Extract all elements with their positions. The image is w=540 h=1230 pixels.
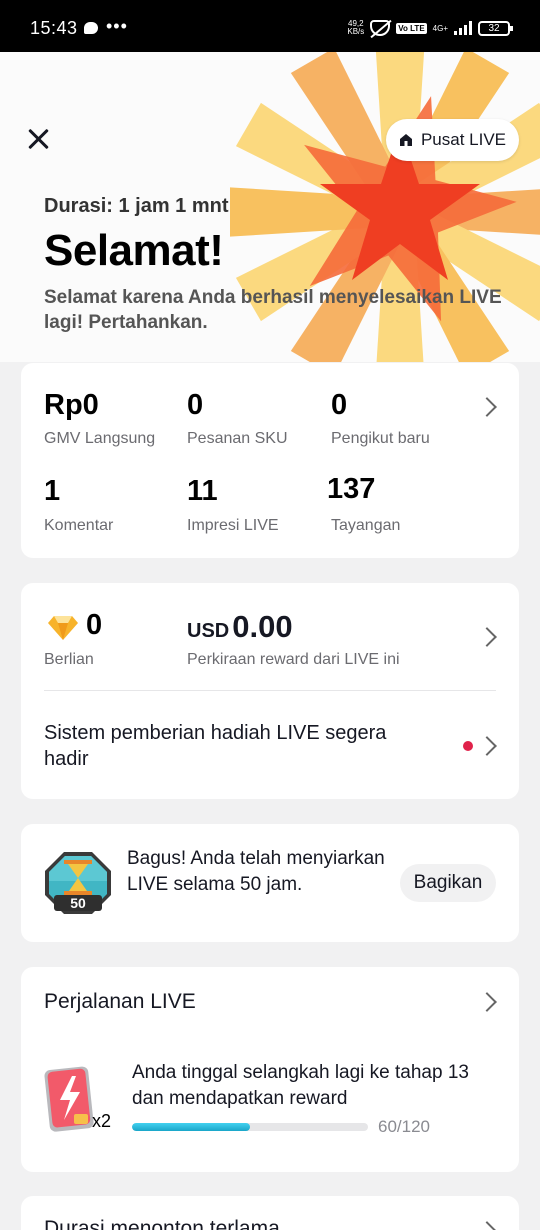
network-speed-unit: KB/s [347, 27, 365, 36]
pusat-live-label: Pusat LIVE [420, 130, 507, 149]
status-bar: 15:43 ••• 49,2 KB/s Vo LTE 4G+ 32 [0, 0, 540, 52]
journey-progress-count: 60/120 [378, 1117, 430, 1136]
watch-duration-title: Durasi menonton terlama [44, 1217, 280, 1230]
close-button[interactable] [24, 124, 54, 154]
stat-views-label: Tayangan [331, 517, 401, 534]
achievement-text: Bagus! Anda telah menyiarkan LIVE selama… [127, 848, 385, 895]
journey-progress-fill [132, 1123, 250, 1131]
volte-icon: Vo LTE [396, 22, 427, 34]
hero-section: Pusat LIVE Durasi: 1 jam 1 mnt Selamat! … [0, 52, 540, 362]
usd-reward-label: Perkiraan reward dari LIVE ini [187, 651, 400, 668]
notification-dot [463, 741, 473, 751]
reward-card-icon [44, 1066, 94, 1132]
stat-sku-label: Pesanan SKU [187, 430, 288, 447]
stat-gmv-label: GMV Langsung [44, 430, 156, 447]
page-title: Selamat! [44, 226, 224, 275]
congrats-description: Selamat karena Anda berhasil menyelesaik… [44, 287, 502, 333]
usd-amount: 0.00 [232, 609, 293, 644]
share-button[interactable]: Bagikan [400, 864, 496, 902]
reward-multiplier: x2 [92, 1111, 112, 1131]
network-type: 4G+ [432, 23, 448, 33]
duration-text: Durasi: 1 jam 1 mnt [44, 195, 229, 217]
stat-impressions-label: Impresi LIVE [187, 517, 279, 534]
diamonds-label: Berlian [44, 651, 94, 668]
stat-gmv-value: Rp0 [44, 389, 99, 421]
usd-reward-value: USD 0.00 [187, 609, 293, 645]
hourglass-badge-icon: 50 [45, 852, 111, 914]
battery-icon: 32 [478, 20, 513, 36]
stat-followers-value: 0 [331, 389, 348, 421]
usd-currency: USD [187, 620, 230, 642]
stat-followers-label: Pengikut baru [331, 430, 430, 447]
status-time: 15:43 [30, 18, 78, 38]
status-icons: 49,2 KB/s Vo LTE 4G+ 32 [347, 20, 513, 36]
reward-system-notice[interactable]: Sistem pemberian hadiah LIVE segera hadi… [44, 720, 424, 772]
live-journey-title: Perjalanan LIVE [44, 990, 196, 1013]
badge-number: 50 [70, 895, 86, 911]
more-notifications-icon: ••• [106, 16, 128, 36]
mute-icon [370, 20, 391, 36]
stat-sku-value: 0 [187, 389, 204, 421]
journey-progress-bar [132, 1123, 368, 1131]
pusat-live-button[interactable]: Pusat LIVE [386, 119, 519, 161]
stat-comments-label: Komentar [44, 517, 114, 534]
message-notification-icon [84, 22, 98, 34]
divider [44, 690, 496, 691]
stat-views-value: 137 [327, 473, 376, 505]
signal-icon [454, 21, 472, 35]
home-icon [399, 134, 412, 146]
stat-comments-value: 1 [44, 475, 61, 507]
stat-impressions-value: 11 [187, 475, 218, 507]
diamond-icon [48, 616, 78, 640]
network-speed: 49,2 KB/s [347, 20, 364, 36]
diamonds-value: 0 [86, 609, 103, 641]
journey-progress-text: Anda tinggal selangkah lagi ke tahap 13 … [132, 1062, 469, 1109]
